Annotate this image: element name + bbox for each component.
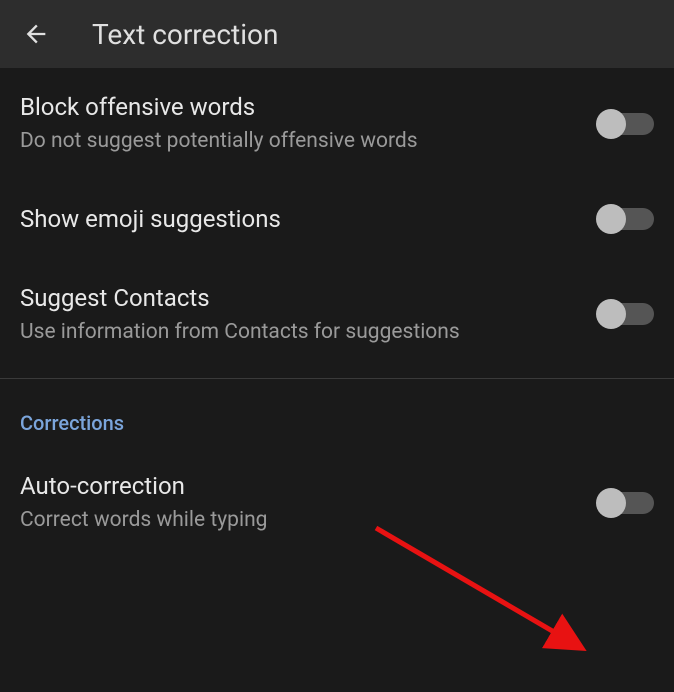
setting-title: Auto-correction xyxy=(20,471,578,502)
setting-suggest-contacts[interactable]: Suggest Contacts Use information from Co… xyxy=(0,259,674,371)
setting-subtitle: Do not suggest potentially offensive wor… xyxy=(20,127,578,155)
setting-text: Auto-correction Correct words while typi… xyxy=(20,471,598,535)
settings-content: Block offensive words Do not suggest pot… xyxy=(0,68,674,559)
setting-title: Suggest Contacts xyxy=(20,283,578,314)
arrow-left-icon xyxy=(22,20,50,48)
section-header-corrections: Corrections xyxy=(0,387,674,447)
divider xyxy=(0,378,674,379)
toggle-thumb xyxy=(596,204,626,234)
toggle-thumb xyxy=(596,488,626,518)
setting-auto-correction[interactable]: Auto-correction Correct words while typi… xyxy=(0,447,674,559)
setting-emoji-suggestions[interactable]: Show emoji suggestions xyxy=(0,180,674,259)
setting-subtitle: Correct words while typing xyxy=(20,506,578,534)
setting-subtitle: Use information from Contacts for sugges… xyxy=(20,318,578,346)
back-icon[interactable] xyxy=(16,14,56,54)
toggle-suggest-contacts[interactable] xyxy=(598,303,654,325)
toggle-emoji-suggestions[interactable] xyxy=(598,208,654,230)
toggle-thumb xyxy=(596,109,626,139)
setting-block-offensive[interactable]: Block offensive words Do not suggest pot… xyxy=(0,68,674,180)
app-header: Text correction xyxy=(0,0,674,68)
setting-text: Block offensive words Do not suggest pot… xyxy=(20,92,598,156)
setting-title: Block offensive words xyxy=(20,92,578,123)
toggle-block-offensive[interactable] xyxy=(598,113,654,135)
toggle-auto-correction[interactable] xyxy=(598,492,654,514)
toggle-thumb xyxy=(596,299,626,329)
setting-text: Suggest Contacts Use information from Co… xyxy=(20,283,598,347)
setting-text: Show emoji suggestions xyxy=(20,204,598,235)
page-title: Text correction xyxy=(92,18,278,51)
setting-title: Show emoji suggestions xyxy=(20,204,578,235)
